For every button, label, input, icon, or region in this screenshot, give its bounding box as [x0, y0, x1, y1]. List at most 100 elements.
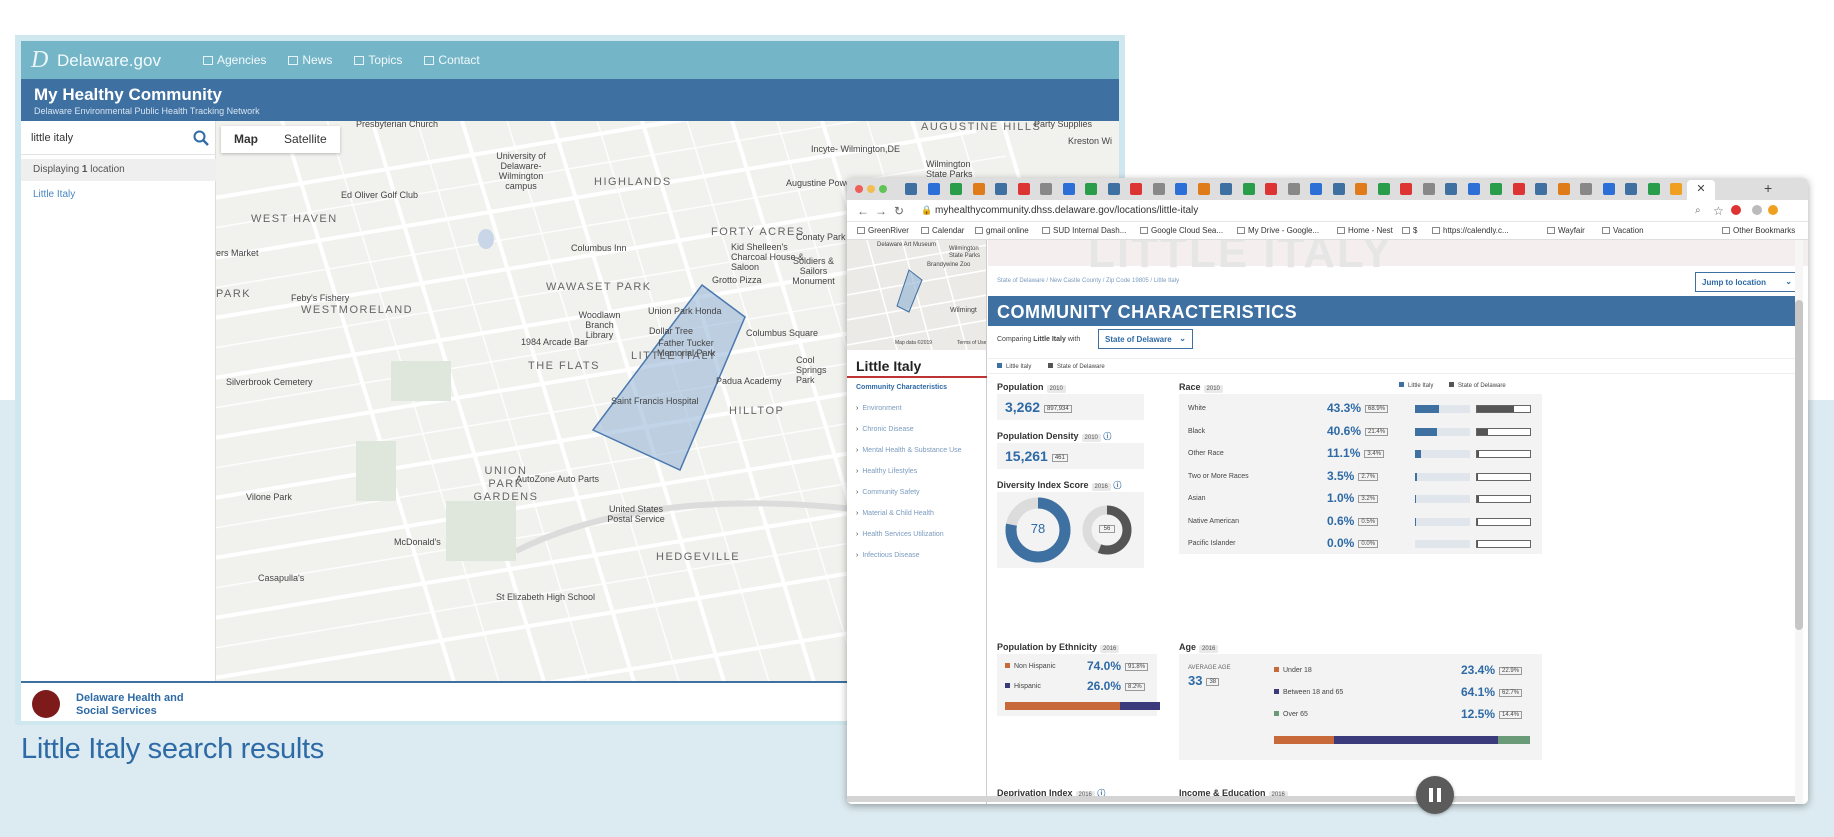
nav-agencies[interactable]: Agencies: [203, 53, 266, 67]
result-link-little-italy[interactable]: Little Italy: [33, 189, 75, 200]
scrollbar-thumb[interactable]: [1795, 300, 1803, 630]
bookmark-item[interactable]: gmail online: [975, 226, 1029, 235]
browser-tab-icon[interactable]: [1602, 183, 1615, 195]
bookmark-star-icon[interactable]: ☆: [1713, 204, 1724, 218]
browser-window: ✕ + ← → ↻ 🔒 myhealthycommunity.dhss.dela…: [847, 178, 1808, 804]
bookmark-item[interactable]: Calendar: [921, 226, 964, 235]
sidebar-item-material-child-health[interactable]: › Material & Child Health: [856, 510, 934, 517]
map-label: Kreston Wi: [1068, 136, 1113, 146]
pause-icon[interactable]: [1416, 776, 1454, 814]
close-window-icon[interactable]: [855, 185, 863, 193]
browser-tab-icon[interactable]: [1175, 183, 1187, 195]
sidebar-item-healthy-lifestyles[interactable]: › Healthy Lifestyles: [856, 468, 917, 475]
minimize-window-icon[interactable]: [867, 185, 875, 193]
browser-tab-icon[interactable]: [1017, 183, 1030, 195]
sidebar-item-environment[interactable]: › Environment: [856, 405, 902, 412]
browser-tab-icon[interactable]: [1152, 183, 1165, 195]
browser-tab-icon[interactable]: [972, 183, 985, 195]
bookmark-item[interactable]: https://calendly.c...: [1432, 226, 1509, 235]
horizontal-scrollbar[interactable]: [847, 796, 1795, 802]
browser-tab-icon[interactable]: [1580, 183, 1592, 195]
app-title[interactable]: My Healthy Community: [34, 85, 222, 105]
bookmark-item[interactable]: Google Cloud Sea...: [1140, 226, 1223, 235]
browser-tab-icon[interactable]: [1557, 183, 1570, 195]
browser-tab-icon[interactable]: [1062, 183, 1075, 195]
breadcrumb[interactable]: State of Delaware / New Castle County / …: [997, 278, 1179, 284]
forward-icon[interactable]: →: [875, 204, 887, 218]
location-minimap[interactable]: Delaware Art Museum Wilmington State Par…: [847, 240, 987, 350]
browser-tab-icon[interactable]: [1220, 183, 1232, 195]
jump-to-location-select[interactable]: Jump to location ⌄: [1695, 272, 1799, 292]
zoom-icon[interactable]: ⌕: [1695, 205, 1701, 216]
browser-tab-icon[interactable]: [1197, 183, 1210, 195]
tab-map[interactable]: Map: [221, 126, 271, 153]
browser-tab-icon[interactable]: [905, 183, 917, 195]
dhss-name[interactable]: Delaware Health and Social Services: [76, 692, 184, 718]
browser-tab-icon[interactable]: [1355, 183, 1367, 195]
dashboard-icon: [1042, 227, 1050, 234]
browser-tab-icon[interactable]: [995, 183, 1007, 195]
bookmark-item[interactable]: GreenRiver: [857, 226, 909, 235]
sidebar-item-infectious-disease[interactable]: › Infectious Disease: [856, 552, 920, 559]
browser-tab-icon[interactable]: [1625, 183, 1637, 195]
maximize-window-icon[interactable]: [879, 185, 887, 193]
browser-tab-icon[interactable]: [1085, 183, 1097, 195]
info-icon[interactable]: ⓘ: [1113, 481, 1121, 490]
chevron-right-icon: ›: [856, 552, 859, 559]
nav-topics[interactable]: Topics: [354, 53, 402, 67]
nav-news[interactable]: News: [288, 53, 332, 67]
browser-tab-icon[interactable]: [1287, 183, 1300, 195]
browser-tab-icon[interactable]: [1130, 183, 1142, 195]
browser-tab-icon[interactable]: [1265, 183, 1277, 195]
extension-icon[interactable]: [1768, 205, 1778, 215]
sidebar-item-mental-health[interactable]: › Mental Health & Substance Use: [856, 447, 962, 454]
browser-tab-icon[interactable]: [1400, 183, 1412, 195]
map-label: Columbus Square: [746, 328, 819, 338]
search-icon[interactable]: [193, 130, 209, 146]
info-icon[interactable]: ⓘ: [1103, 432, 1111, 441]
browser-tab-icon[interactable]: [1310, 183, 1322, 195]
bookmark-item[interactable]: Home - Nest: [1337, 226, 1393, 235]
bookmark-item[interactable]: Vacation: [1602, 226, 1644, 235]
sidebar-item-health-services[interactable]: › Health Services Utilization: [856, 531, 944, 538]
browser-tab-icon[interactable]: [1512, 183, 1525, 195]
browser-tab-icon[interactable]: [1490, 183, 1502, 195]
browser-tab-icon[interactable]: [1467, 183, 1480, 195]
delaware-gov-name[interactable]: Delaware.gov: [57, 51, 161, 71]
comparison-select[interactable]: State of Delaware ⌄: [1098, 329, 1193, 349]
browser-tab-icon[interactable]: [1670, 183, 1682, 195]
browser-tab-icon[interactable]: [1647, 183, 1660, 195]
sidebar-item-chronic-disease[interactable]: › Chronic Disease: [856, 426, 914, 433]
browser-tab-icon[interactable]: [927, 183, 940, 195]
nav-contact[interactable]: Contact: [424, 53, 480, 67]
profile-icon[interactable]: [1752, 205, 1762, 215]
location-search-input[interactable]: [31, 129, 181, 147]
delaware-logo-icon[interactable]: D: [31, 47, 53, 73]
new-tab-icon[interactable]: +: [1764, 180, 1772, 196]
browser-tab-icon[interactable]: [1377, 183, 1390, 195]
sidebar-item-community-safety[interactable]: › Community Safety: [856, 489, 920, 496]
average-age-label: AVERAGE AGE: [1188, 665, 1231, 671]
back-icon[interactable]: ←: [857, 204, 869, 218]
address-bar[interactable]: myhealthycommunity.dhss.delaware.gov/loc…: [935, 205, 1198, 216]
reload-icon[interactable]: ↻: [894, 204, 904, 218]
bookmark-item[interactable]: $: [1402, 226, 1417, 235]
tab-satellite[interactable]: Satellite: [271, 126, 340, 153]
vertical-scrollbar[interactable]: [1795, 240, 1803, 804]
active-tab-close-icon[interactable]: ✕: [1687, 180, 1715, 200]
bookmark-item[interactable]: SUD Internal Dash...: [1042, 226, 1126, 235]
browser-tab-icon[interactable]: [1040, 183, 1052, 195]
browser-tab-icon[interactable]: [950, 183, 962, 195]
bookmark-item[interactable]: Wayfair: [1547, 226, 1585, 235]
browser-tab-icon[interactable]: [1422, 183, 1435, 195]
bookmark-item[interactable]: My Drive - Google...: [1237, 226, 1319, 235]
browser-tab-icon[interactable]: [1445, 183, 1457, 195]
browser-tab-icon[interactable]: [1535, 183, 1547, 195]
browser-tab-icon[interactable]: [1242, 183, 1255, 195]
browser-tab-icon[interactable]: [1107, 183, 1120, 195]
browser-tab-icon[interactable]: [1332, 183, 1345, 195]
extension-icon[interactable]: [1731, 205, 1741, 215]
comparing-text: Comparing Little Italy with: [997, 336, 1081, 343]
bookmark-item[interactable]: Other Bookmarks: [1722, 226, 1795, 235]
sidebar-item-community-characteristics[interactable]: Community Characteristics: [856, 384, 947, 391]
